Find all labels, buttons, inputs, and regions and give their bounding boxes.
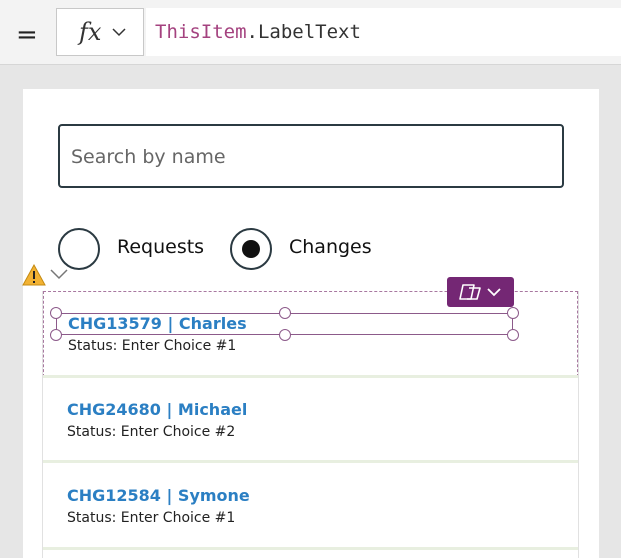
radio-changes[interactable] xyxy=(230,228,272,270)
radio-requests[interactable] xyxy=(58,228,100,270)
formula-identifier: ThisItem xyxy=(155,21,247,43)
search-placeholder: Search by name xyxy=(71,146,226,168)
radio-label-requests: Requests xyxy=(117,236,205,258)
resize-handle-top-right[interactable] xyxy=(507,307,519,319)
fx-button[interactable]: fx xyxy=(56,8,144,56)
formula-property: .LabelText xyxy=(246,21,361,43)
item-title[interactable]: CHG24680 | Michael xyxy=(67,400,247,420)
search-input[interactable]: Search by name xyxy=(58,124,564,188)
gallery-item-3[interactable]: CHG12584 | Symone Status: Enter Choice #… xyxy=(43,464,578,550)
item-status: Status: Enter Choice #2 xyxy=(67,424,236,440)
copilot-icon xyxy=(459,284,481,300)
item-status: Status: Enter Choice #1 xyxy=(68,338,237,354)
gallery-item-2[interactable]: CHG24680 | Michael Status: Enter Choice … xyxy=(43,378,578,464)
equals-sign: = xyxy=(16,20,38,50)
radio-label-changes: Changes xyxy=(289,236,372,258)
radio-selected-dot xyxy=(242,240,260,258)
resize-handle-top[interactable] xyxy=(279,307,291,319)
chevron-down-icon xyxy=(112,28,126,37)
resize-handle-bottom-right[interactable] xyxy=(507,329,519,341)
item-separator xyxy=(43,460,578,463)
item-status: Status: Enter Choice #1 xyxy=(67,510,236,526)
resize-handle-bottom[interactable] xyxy=(279,329,291,341)
formula-text[interactable]: ThisItem.LabelText xyxy=(155,20,361,44)
item-separator xyxy=(43,547,578,550)
expand-chevron-icon[interactable] xyxy=(50,268,68,280)
item-title[interactable]: CHG12584 | Symone xyxy=(67,486,250,506)
chevron-down-icon xyxy=(487,288,501,297)
formula-bar: = fx ThisItem.LabelText xyxy=(0,0,621,65)
formula-input[interactable]: ThisItem.LabelText xyxy=(146,8,621,56)
copilot-button[interactable] xyxy=(447,277,514,307)
fx-icon: fx xyxy=(79,18,102,46)
resize-handle-bottom-left[interactable] xyxy=(50,329,62,341)
resize-handle-top-left[interactable] xyxy=(50,307,62,319)
warning-icon[interactable] xyxy=(22,264,46,286)
